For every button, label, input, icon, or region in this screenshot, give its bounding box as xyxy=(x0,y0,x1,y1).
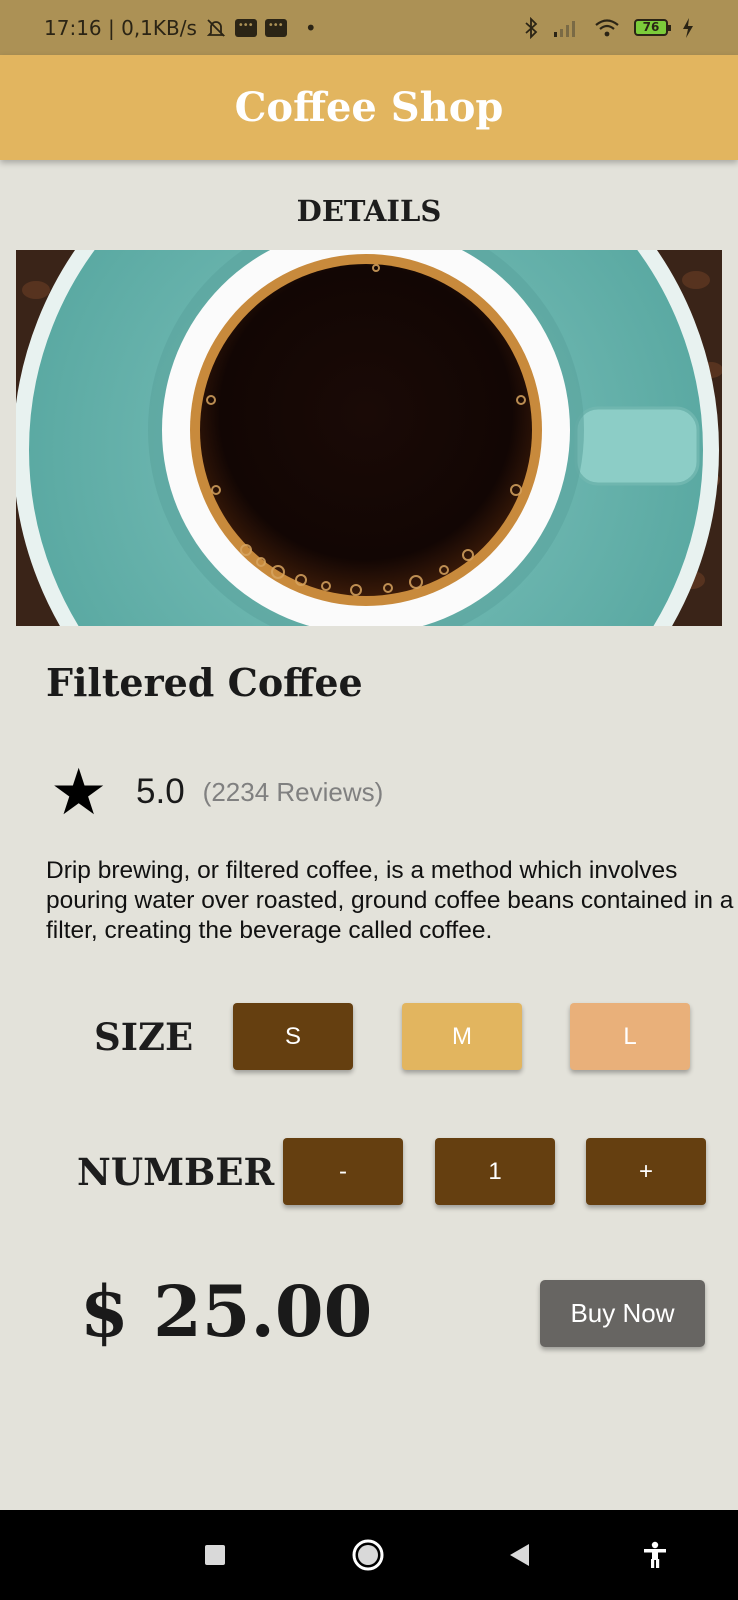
app-title: Coffee Shop xyxy=(234,84,504,131)
increment-button[interactable]: + xyxy=(586,1138,706,1205)
quantity-value: 1 xyxy=(435,1138,555,1205)
size-s-button[interactable]: S xyxy=(233,1003,353,1070)
product-image xyxy=(16,250,722,626)
rating-row: ★ 5.0 (2234 Reviews) xyxy=(50,760,383,824)
status-dot: • xyxy=(304,15,317,40)
mute-bell-icon xyxy=(205,17,227,39)
status-left: 17:16 | 0,1KB/s • xyxy=(44,16,317,40)
accessibility-icon[interactable] xyxy=(632,1532,678,1578)
signal-icon xyxy=(552,18,580,38)
rating-value: 5.0 xyxy=(136,772,185,811)
bluetooth-icon xyxy=(524,16,538,39)
app-bar: Coffee Shop xyxy=(0,55,738,160)
status-right: 76 xyxy=(524,16,694,39)
review-count: (2234 Reviews) xyxy=(202,776,384,807)
home-icon[interactable] xyxy=(345,1532,391,1578)
number-label: NUMBER xyxy=(77,1150,275,1194)
message-icon xyxy=(234,18,257,37)
decrement-button[interactable]: - xyxy=(283,1138,403,1205)
charging-icon xyxy=(682,17,694,39)
recents-icon[interactable] xyxy=(192,1532,238,1578)
product-description: Drip brewing, or filtered coffee, is a m… xyxy=(46,857,734,944)
system-nav-bar xyxy=(0,1510,738,1600)
buy-now-button[interactable]: Buy Now xyxy=(540,1280,705,1347)
page-heading: DETAILS xyxy=(296,194,442,228)
star-icon: ★ xyxy=(50,756,108,828)
battery-icon: 76 xyxy=(634,19,671,36)
status-bar: 17:16 | 0,1KB/s • 76 xyxy=(0,0,738,55)
wifi-icon xyxy=(594,18,620,38)
message-icon xyxy=(264,18,287,37)
size-label: SIZE xyxy=(94,1015,194,1059)
product-name: Filtered Coffee xyxy=(46,660,363,705)
size-m-button[interactable]: M xyxy=(402,1003,522,1070)
status-time: 17:16 | 0,1KB/s xyxy=(44,15,197,40)
size-l-button[interactable]: L xyxy=(570,1003,690,1070)
back-icon[interactable] xyxy=(497,1532,543,1578)
price: $ 25.00 xyxy=(80,1270,373,1353)
